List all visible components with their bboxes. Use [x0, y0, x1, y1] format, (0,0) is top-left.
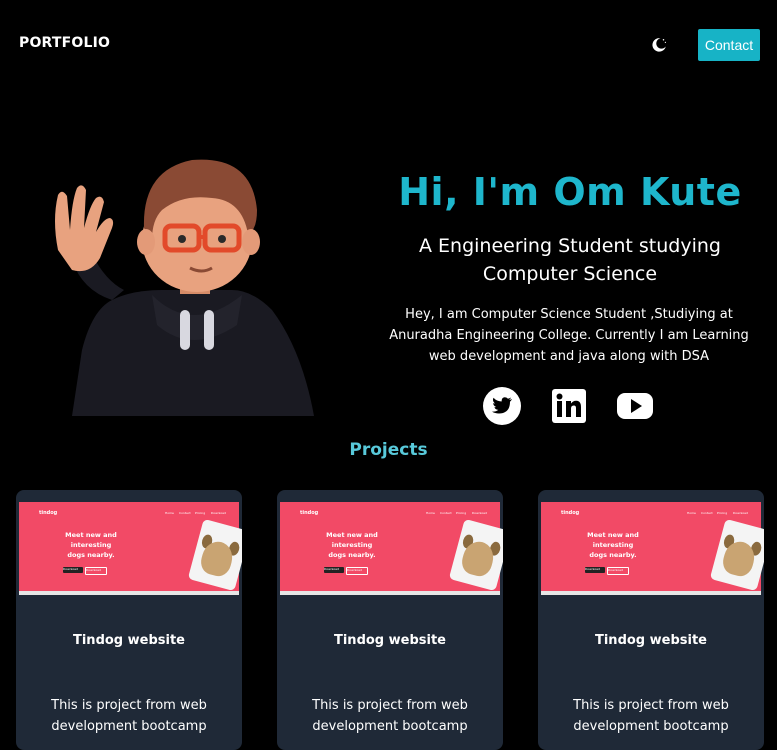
thumbnail-nav-item: Pricing	[456, 511, 467, 515]
thumbnail-button: Download	[585, 567, 605, 573]
hero-subtitle: A Engineering Student studying Computer …	[419, 235, 721, 285]
thumbnail-button: Download	[607, 567, 629, 575]
thumbnail-nav-item: Contact	[440, 511, 452, 515]
thumbnail-button: Download	[63, 567, 83, 573]
brand-logo[interactable]: PORTFOLIO	[19, 35, 110, 51]
thumbnail-nav-item: Download	[733, 511, 748, 515]
thumbnail-button: Download	[346, 567, 368, 575]
thumbnail-phone-image	[187, 518, 242, 592]
project-card[interactable]: tindog Home Contact Pricing Download Mee…	[277, 490, 503, 750]
thumbnail-nav-item: Contact	[179, 511, 191, 515]
thumbnail-phone-image	[448, 518, 503, 592]
thumbnail-logo: tindog	[39, 510, 58, 516]
thumbnail-nav-item: Pricing	[717, 511, 728, 515]
thumbnail-logo: tindog	[561, 510, 580, 516]
project-title: Tindog website	[72, 633, 185, 648]
project-thumbnail[interactable]: tindog Home Contact Pricing Download Mee…	[541, 502, 764, 595]
thumbnail-nav-item: Home	[687, 511, 696, 515]
thumbnail-headline: Meet new and interesting dogs nearby.	[326, 531, 378, 559]
navbar: PORTFOLIO Contact	[0, 0, 777, 90]
hero-title: Hi, I'm Om Kute	[398, 170, 742, 214]
project-title: Tindog website	[333, 633, 446, 648]
project-card[interactable]: tindog Home Contact Pricing Download Mee…	[538, 490, 764, 750]
project-card[interactable]: tindog Home Contact Pricing Download Mee…	[16, 490, 242, 750]
project-thumbnail[interactable]: tindog Home Contact Pricing Download Mee…	[19, 502, 242, 595]
thumbnail-logo: tindog	[300, 510, 319, 516]
projects-heading: Projects	[349, 440, 428, 460]
thumbnail-nav-item: Download	[211, 511, 226, 515]
thumbnail-nav-item: Pricing	[195, 511, 206, 515]
thumbnail-button: Download	[85, 567, 107, 575]
waving-avatar-illustration	[55, 159, 314, 416]
project-title: Tindog website	[594, 633, 707, 648]
thumbnail-nav-item: Contact	[701, 511, 713, 515]
youtube-icon[interactable]	[615, 386, 655, 426]
thumbnail-nav-item: Home	[165, 511, 174, 515]
thumbnail-nav-item: Home	[426, 511, 435, 515]
thumbnail-phone-image	[709, 518, 764, 592]
thumbnail-headline: Meet new and interesting dogs nearby.	[587, 531, 639, 559]
thumbnail-nav-item: Download	[472, 511, 487, 515]
linkedin-icon[interactable]	[549, 386, 589, 426]
project-description: This is project from web development boo…	[51, 698, 207, 734]
contact-button[interactable]: Contact	[698, 29, 760, 61]
hero-description: Hey, I am Computer Science Student ,Stud…	[389, 307, 749, 364]
moon-icon[interactable]	[650, 36, 668, 54]
project-thumbnail[interactable]: tindog Home Contact Pricing Download Mee…	[280, 502, 503, 595]
thumbnail-button: Download	[324, 567, 344, 573]
thumbnail-headline: Meet new and interesting dogs nearby.	[65, 531, 117, 559]
project-description: This is project from web development boo…	[573, 698, 729, 734]
twitter-icon[interactable]	[482, 386, 522, 426]
project-description: This is project from web development boo…	[312, 698, 468, 734]
